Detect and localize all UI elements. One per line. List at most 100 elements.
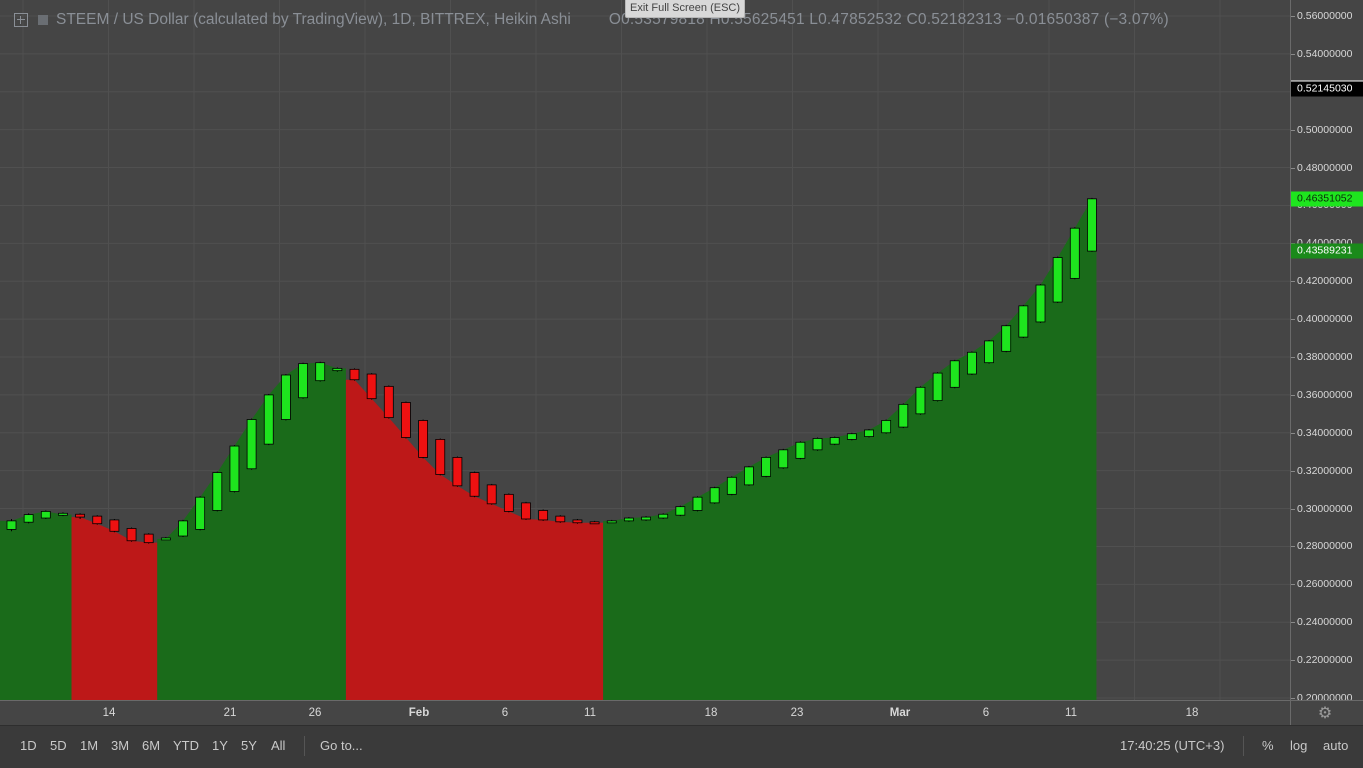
candle-body <box>298 363 308 399</box>
candle-body <box>1052 257 1063 303</box>
symbol-title: STEEM / US Dollar (calculated by Trading… <box>56 11 571 28</box>
auto-toggle[interactable]: auto <box>1323 738 1348 753</box>
time-label: 21 <box>223 707 237 719</box>
goto-button[interactable]: Go to... <box>320 738 363 753</box>
time-label: 6 <box>501 707 509 719</box>
percent-toggle[interactable]: % <box>1262 738 1274 753</box>
price-tick-mark <box>1291 698 1295 699</box>
range-button-5y[interactable]: 5Y <box>241 738 257 753</box>
time-label: 11 <box>584 707 596 719</box>
price-tick-mark <box>1291 470 1295 472</box>
candle-body <box>75 513 85 518</box>
price-tick-mark <box>1291 167 1295 169</box>
chart-legend: STEEM / US Dollar (calculated by Trading… <box>14 10 1169 30</box>
axis-corner: ⚙ <box>1290 700 1363 726</box>
price-tick-label: 0.24000000 <box>1297 616 1353 629</box>
range-button-5d[interactable]: 5D <box>50 738 67 753</box>
price-tick-label: 0.40000000 <box>1297 313 1353 326</box>
time-label: 18 <box>1185 707 1199 719</box>
price-tick-label: 0.56000000 <box>1297 10 1353 22</box>
range-button-1m[interactable]: 1M <box>80 738 98 753</box>
candle-body <box>761 457 771 477</box>
candle-body <box>589 521 600 525</box>
range-button-3m[interactable]: 3M <box>111 738 129 753</box>
price-tick-label: 0.32000000 <box>1297 464 1353 477</box>
candle-body <box>229 445 240 492</box>
price-tag: 0.43589231 <box>1291 243 1363 259</box>
candle-body <box>1087 198 1097 252</box>
candle-body <box>555 515 566 523</box>
price-tick-mark <box>1291 546 1295 548</box>
price-tick-mark <box>1291 584 1295 586</box>
candle-body <box>932 372 943 401</box>
time-label: 14 <box>102 707 116 719</box>
candle-body <box>521 502 531 520</box>
candle-body <box>23 514 34 523</box>
candle-body <box>538 510 549 521</box>
toolbar-divider <box>1243 736 1244 756</box>
price-tick-mark <box>1291 53 1295 55</box>
gear-icon[interactable]: ⚙ <box>1317 706 1333 722</box>
price-tag: 0.46351052 <box>1291 191 1363 207</box>
price-tick-mark <box>1291 660 1295 662</box>
collapse-plus-icon[interactable] <box>14 13 28 27</box>
candle-body <box>212 472 223 511</box>
candle-body <box>967 351 977 375</box>
candle-body <box>383 385 394 419</box>
area-segment-down <box>345 379 604 700</box>
price-tick-label: 0.38000000 <box>1297 351 1353 363</box>
candle-body <box>709 487 720 504</box>
candle-body <box>1069 227 1080 279</box>
candle-body <box>349 368 360 381</box>
candle-body <box>92 515 103 525</box>
time-label: 6 <box>982 707 990 719</box>
candle-body <box>366 373 377 400</box>
candle-body <box>332 367 343 372</box>
price-tick-label: 0.36000000 <box>1297 388 1353 401</box>
time-axis[interactable]: 14 21 26 Feb 6 11 18 23 Mar 6 11 18 <box>0 700 1290 726</box>
range-button-all[interactable]: All <box>271 738 285 753</box>
log-toggle[interactable]: log <box>1290 738 1307 753</box>
price-tick-mark <box>1291 16 1295 17</box>
price-tick-mark <box>1291 357 1295 358</box>
clock-label: 17:40:25 (UTC+3) <box>1120 738 1225 753</box>
price-tick-label: 0.30000000 <box>1297 502 1353 515</box>
price-tick-label: 0.42000000 <box>1297 275 1353 288</box>
candle-body <box>280 374 291 420</box>
candle-body <box>744 466 754 486</box>
candle-body <box>984 340 994 364</box>
time-label: 11 <box>1065 707 1077 719</box>
range-button-1d[interactable]: 1D <box>20 738 37 753</box>
candle-body <box>418 420 429 458</box>
range-button-ytd[interactable]: YTD <box>173 738 199 753</box>
price-tick-label: 0.28000000 <box>1297 540 1353 553</box>
bottom-toolbar: 1D 5D 1M 3M 6M YTD 1Y 5Y All Go to... 17:40:25 (… <box>0 725 1363 768</box>
candle-body <box>452 457 463 487</box>
range-button-6m[interactable]: 6M <box>142 738 160 753</box>
candle-body <box>795 441 806 459</box>
candle-body <box>658 513 669 519</box>
chart-pane[interactable]: STEEM / US Dollar (calculated by Trading… <box>0 0 1290 700</box>
candle-body <box>263 394 274 445</box>
area-segment-up <box>0 511 72 700</box>
area-segment-down <box>71 517 158 700</box>
candle-body <box>675 506 686 516</box>
candle-body <box>726 476 737 495</box>
candle-body <box>6 520 17 530</box>
price-tick-mark <box>1291 394 1295 396</box>
price-tick-mark <box>1291 281 1295 283</box>
candle-body <box>246 419 257 470</box>
price-chart[interactable] <box>0 0 1290 700</box>
range-button-1y[interactable]: 1Y <box>212 738 228 753</box>
candle-body <box>949 360 960 388</box>
price-tick-mark <box>1291 432 1295 434</box>
candle-body <box>692 496 703 511</box>
price-tick-label: 0.34000000 <box>1297 426 1353 439</box>
exit-fullscreen-button[interactable]: Exit Full Screen (ESC) <box>625 0 746 18</box>
toolbar-divider <box>304 736 305 756</box>
candle-body <box>486 484 497 505</box>
candle-body <box>572 519 583 524</box>
candle-body <box>1018 305 1029 338</box>
price-tick-mark <box>1291 508 1295 510</box>
price-scale[interactable]: 0.56000000 0.54000000 0.50000000 0.48000000… <box>1290 0 1363 704</box>
